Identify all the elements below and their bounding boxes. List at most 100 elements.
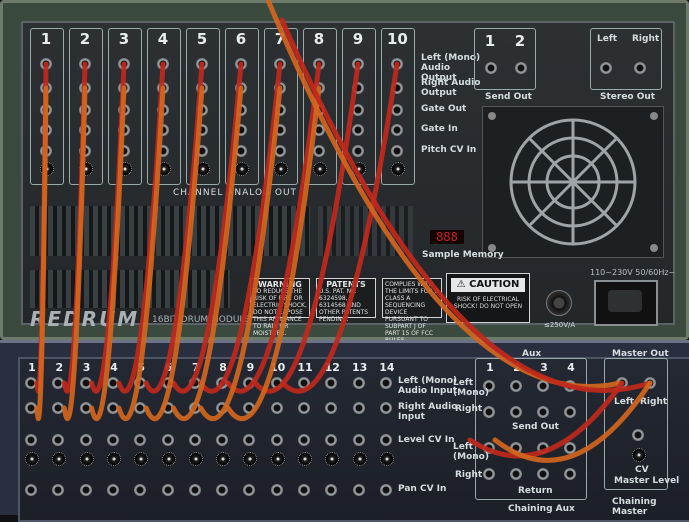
aux-return-right-jack[interactable]	[483, 468, 495, 480]
master-level-cv-trim-knob[interactable]	[632, 448, 646, 462]
master-out-right-jack[interactable]	[644, 377, 656, 389]
gate-in-jack[interactable]	[196, 124, 208, 136]
mixer-level-cv-jack[interactable]	[270, 434, 283, 446]
aux-send-right-jack[interactable]	[483, 406, 495, 418]
pitch-cv-trim-knob[interactable]	[40, 162, 54, 176]
mixer-level-cv-trim-knob[interactable]	[216, 452, 231, 466]
mixer-left-audio-in-jack[interactable]	[216, 377, 229, 389]
mixer-right-audio-in-jack[interactable]	[379, 402, 392, 414]
gate-in-jack[interactable]	[391, 124, 403, 136]
aux-send-left-jack[interactable]	[564, 380, 576, 392]
right-audio-out-jack[interactable]	[40, 82, 52, 94]
mixer-level-cv-jack[interactable]	[352, 434, 365, 446]
left-audio-out-jack[interactable]	[79, 58, 91, 70]
left-audio-out-jack[interactable]	[352, 58, 364, 70]
mixer-level-cv-jack[interactable]	[25, 434, 37, 446]
mixer-level-cv-jack[interactable]	[298, 434, 310, 446]
mixer-level-cv-trim-knob[interactable]	[188, 452, 203, 466]
gate-out-jack[interactable]	[118, 104, 130, 116]
mixer-level-cv-jack[interactable]	[216, 434, 229, 446]
gate-out-jack[interactable]	[391, 104, 403, 116]
pitch-cv-in-jack[interactable]	[235, 145, 247, 157]
left-audio-out-jack[interactable]	[391, 58, 403, 70]
gate-out-jack[interactable]	[196, 104, 208, 116]
gate-out-jack[interactable]	[40, 104, 52, 116]
mixer-pan-cv-jack[interactable]	[379, 484, 392, 496]
mixer-left-audio-in-jack[interactable]	[161, 377, 174, 389]
aux-return-left-jack[interactable]	[537, 442, 549, 454]
aux-send-left-jack[interactable]	[537, 380, 549, 392]
pitch-cv-in-jack[interactable]	[79, 145, 91, 157]
mixer-level-cv-jack[interactable]	[188, 434, 201, 446]
pitch-cv-in-jack[interactable]	[352, 145, 364, 157]
mixer-pan-cv-jack[interactable]	[161, 484, 174, 496]
pitch-cv-in-jack[interactable]	[313, 145, 325, 157]
left-audio-out-jack[interactable]	[40, 58, 52, 70]
gate-in-jack[interactable]	[352, 124, 364, 136]
right-audio-out-jack[interactable]	[235, 82, 247, 94]
mixer-level-cv-trim-knob[interactable]	[106, 452, 121, 466]
mixer-pan-cv-jack[interactable]	[216, 484, 229, 496]
mixer-right-audio-in-jack[interactable]	[216, 402, 229, 414]
mixer-left-audio-in-jack[interactable]	[270, 377, 283, 389]
mixer-level-cv-trim-knob[interactable]	[270, 452, 285, 466]
pitch-cv-trim-knob[interactable]	[274, 162, 288, 176]
mixer-pan-cv-jack[interactable]	[25, 484, 37, 496]
gate-in-jack[interactable]	[313, 124, 325, 136]
gate-in-jack[interactable]	[235, 124, 247, 136]
pitch-cv-in-jack[interactable]	[40, 145, 52, 157]
gate-out-jack[interactable]	[157, 104, 169, 116]
pitch-cv-in-jack[interactable]	[274, 145, 286, 157]
left-audio-out-jack[interactable]	[196, 58, 208, 70]
pitch-cv-trim-knob[interactable]	[313, 162, 327, 176]
pitch-cv-trim-knob[interactable]	[235, 162, 249, 176]
gate-out-jack[interactable]	[313, 104, 325, 116]
mixer-right-audio-in-jack[interactable]	[161, 402, 174, 414]
right-audio-out-jack[interactable]	[313, 82, 325, 94]
mixer-level-cv-jack[interactable]	[161, 434, 174, 446]
aux-return-right-jack[interactable]	[564, 468, 576, 480]
gate-out-jack[interactable]	[352, 104, 364, 116]
mixer-right-audio-in-jack[interactable]	[188, 402, 201, 414]
right-audio-out-jack[interactable]	[157, 82, 169, 94]
pitch-cv-trim-knob[interactable]	[391, 162, 405, 176]
mixer-left-audio-in-jack[interactable]	[106, 377, 119, 389]
pitch-cv-in-jack[interactable]	[157, 145, 169, 157]
mixer-right-audio-in-jack[interactable]	[298, 402, 310, 414]
aux-send-right-jack[interactable]	[537, 406, 549, 418]
gate-in-jack[interactable]	[79, 124, 91, 136]
stereo-out-right-jack[interactable]	[634, 62, 646, 74]
mixer-level-cv-jack[interactable]	[106, 434, 119, 446]
gate-out-jack[interactable]	[79, 104, 91, 116]
send-out-2-jack[interactable]	[515, 62, 527, 74]
master-level-cv-jack[interactable]	[632, 429, 644, 441]
aux-send-left-jack[interactable]	[510, 380, 522, 392]
mixer-right-audio-in-jack[interactable]	[352, 402, 365, 414]
mixer-pan-cv-jack[interactable]	[352, 484, 365, 496]
mixer-right-audio-in-jack[interactable]	[106, 402, 119, 414]
right-audio-out-jack[interactable]	[79, 82, 91, 94]
aux-return-right-jack[interactable]	[537, 468, 549, 480]
right-audio-out-jack[interactable]	[118, 82, 130, 94]
pitch-cv-in-jack[interactable]	[196, 145, 208, 157]
mixer-left-audio-in-jack[interactable]	[352, 377, 365, 389]
mixer-right-audio-in-jack[interactable]	[25, 402, 37, 414]
gate-in-jack[interactable]	[40, 124, 52, 136]
mixer-pan-cv-jack[interactable]	[270, 484, 283, 496]
mixer-pan-cv-jack[interactable]	[79, 484, 92, 496]
gate-in-jack[interactable]	[274, 124, 286, 136]
right-audio-out-jack[interactable]	[196, 82, 208, 94]
send-out-1-jack[interactable]	[485, 62, 497, 74]
left-audio-out-jack[interactable]	[118, 58, 130, 70]
pitch-cv-in-jack[interactable]	[391, 145, 403, 157]
gate-out-jack[interactable]	[235, 104, 247, 116]
mixer-level-cv-trim-knob[interactable]	[352, 452, 367, 466]
mixer-pan-cv-jack[interactable]	[188, 484, 201, 496]
mixer-pan-cv-jack[interactable]	[106, 484, 119, 496]
mixer-left-audio-in-jack[interactable]	[79, 377, 92, 389]
stereo-out-left-jack[interactable]	[600, 62, 612, 74]
mixer-left-audio-in-jack[interactable]	[25, 377, 37, 389]
mixer-pan-cv-jack[interactable]	[298, 484, 310, 496]
aux-return-left-jack[interactable]	[564, 442, 576, 454]
mixer-level-cv-trim-knob[interactable]	[161, 452, 176, 466]
